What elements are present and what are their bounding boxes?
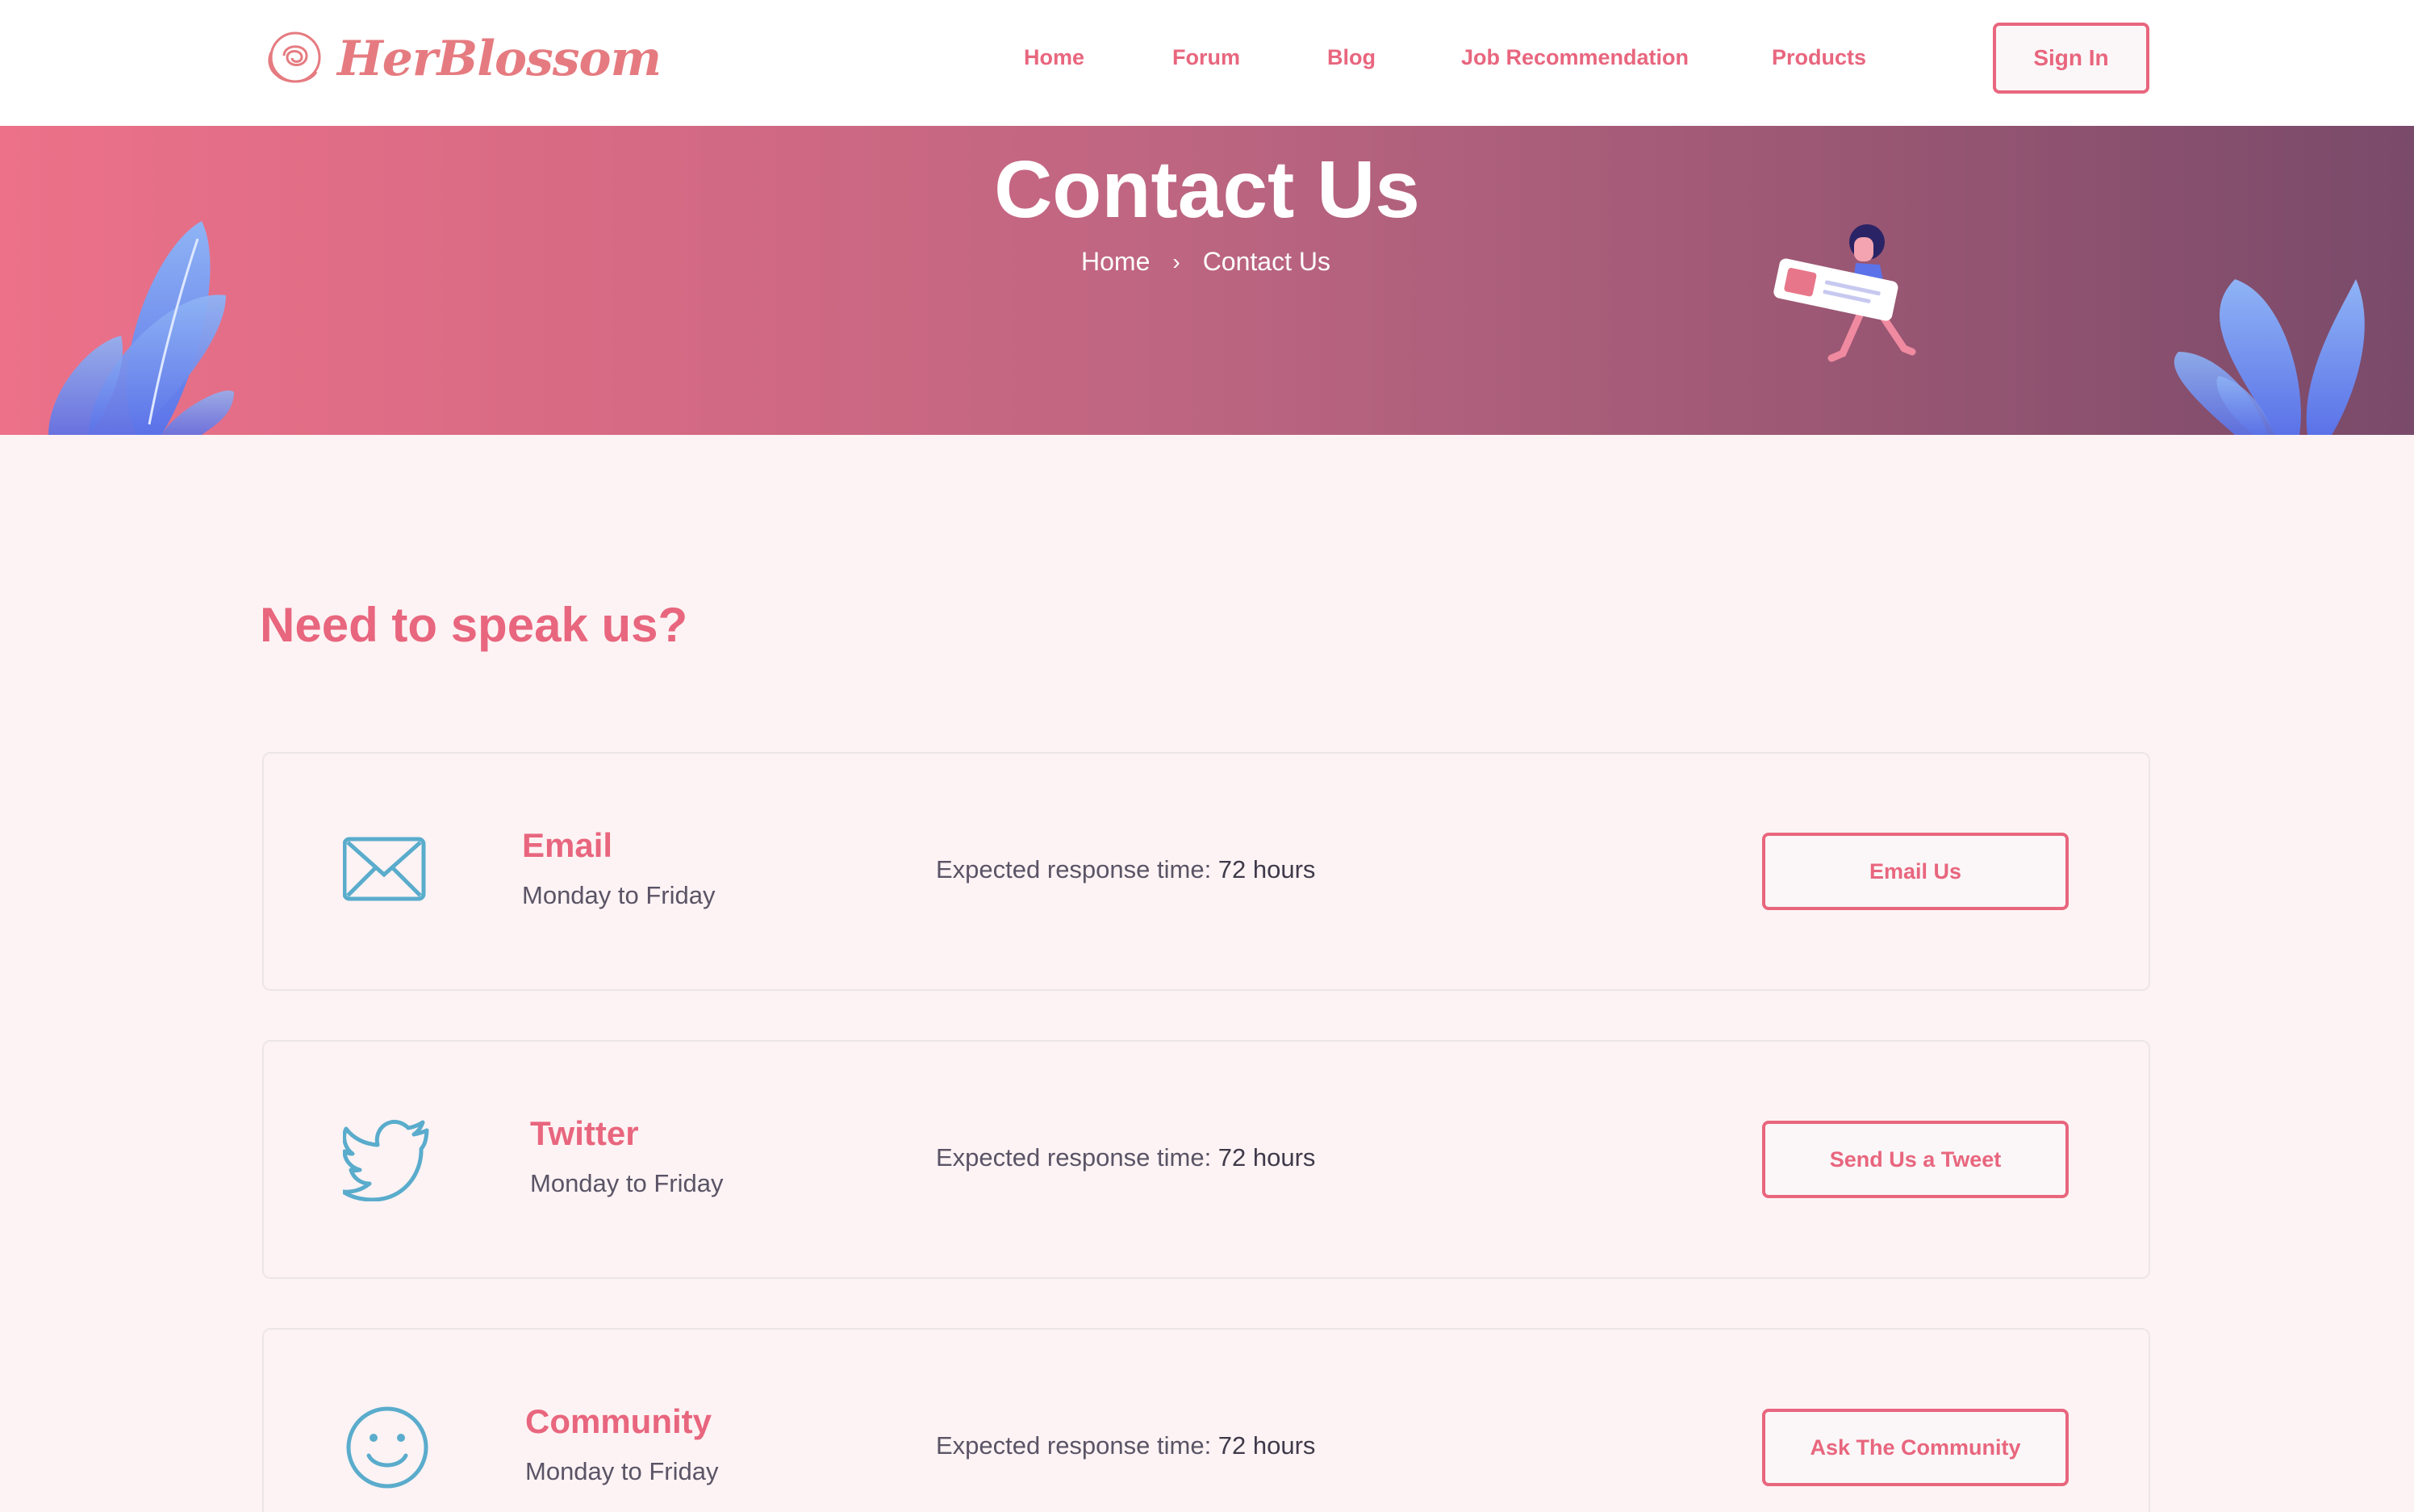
envelope-icon	[343, 837, 426, 901]
response-time: Expected response time: 72 hours	[936, 1431, 1315, 1460]
card-title: Twitter	[530, 1114, 639, 1152]
page-title: Contact Us	[994, 144, 1420, 235]
smiley-icon	[346, 1406, 428, 1489]
response-time-value: 72 hours	[1217, 1143, 1316, 1172]
response-time: Expected response time: 72 hours	[936, 1143, 1315, 1172]
nav-products[interactable]: Products	[1772, 45, 1866, 70]
contact-card-community: Community Monday to Friday Expected resp…	[262, 1328, 2150, 1512]
logo-text: HerBlossom	[337, 31, 662, 87]
response-time-label: Expected response time:	[936, 855, 1218, 883]
nav-home[interactable]: Home	[1024, 45, 1084, 70]
response-time-value: 72 hours	[1217, 855, 1316, 883]
twitter-icon	[343, 1119, 429, 1201]
send-tweet-button[interactable]: Send Us a Tweet	[1762, 1121, 2069, 1198]
sign-in-button[interactable]: Sign In	[1993, 23, 2149, 94]
contact-card-email: Email Monday to Friday Expected response…	[262, 752, 2150, 991]
contact-card-twitter: Twitter Monday to Friday Expected respon…	[262, 1040, 2150, 1279]
nav-job-recommendation[interactable]: Job Recommendation	[1461, 45, 1689, 70]
nav-blog[interactable]: Blog	[1327, 45, 1376, 70]
leaves-right-illustration	[2174, 279, 2365, 435]
section-title: Need to speak us?	[260, 598, 688, 652]
breadcrumb: Home › Contact Us	[1081, 247, 1330, 277]
response-time: Expected response time: 72 hours	[936, 855, 1315, 884]
card-title: Email	[522, 826, 613, 864]
rose-logo-icon	[268, 31, 321, 83]
chevron-right-icon: ›	[1172, 249, 1180, 274]
top-navbar: HerBlossom Home Forum Blog Job Recommend…	[0, 0, 2414, 126]
card-title: Community	[525, 1402, 712, 1440]
response-time-value: 72 hours	[1217, 1431, 1316, 1460]
card-subtitle: Monday to Friday	[522, 881, 716, 909]
hero-banner: Contact Us Home › Contact Us	[0, 126, 2414, 435]
ask-community-button[interactable]: Ask The Community	[1762, 1409, 2069, 1486]
breadcrumb-home[interactable]: Home	[1081, 247, 1150, 277]
card-subtitle: Monday to Friday	[525, 1457, 719, 1485]
leaves-left-illustration	[48, 221, 234, 435]
woman-with-card-illustration	[1773, 224, 1916, 362]
logo[interactable]: HerBlossom	[260, 23, 662, 95]
response-time-label: Expected response time:	[936, 1143, 1218, 1172]
breadcrumb-current: Contact Us	[1202, 247, 1330, 276]
card-subtitle: Monday to Friday	[530, 1169, 724, 1197]
nav-forum[interactable]: Forum	[1172, 45, 1240, 70]
email-us-button[interactable]: Email Us	[1762, 833, 2069, 910]
response-time-label: Expected response time:	[936, 1431, 1218, 1460]
